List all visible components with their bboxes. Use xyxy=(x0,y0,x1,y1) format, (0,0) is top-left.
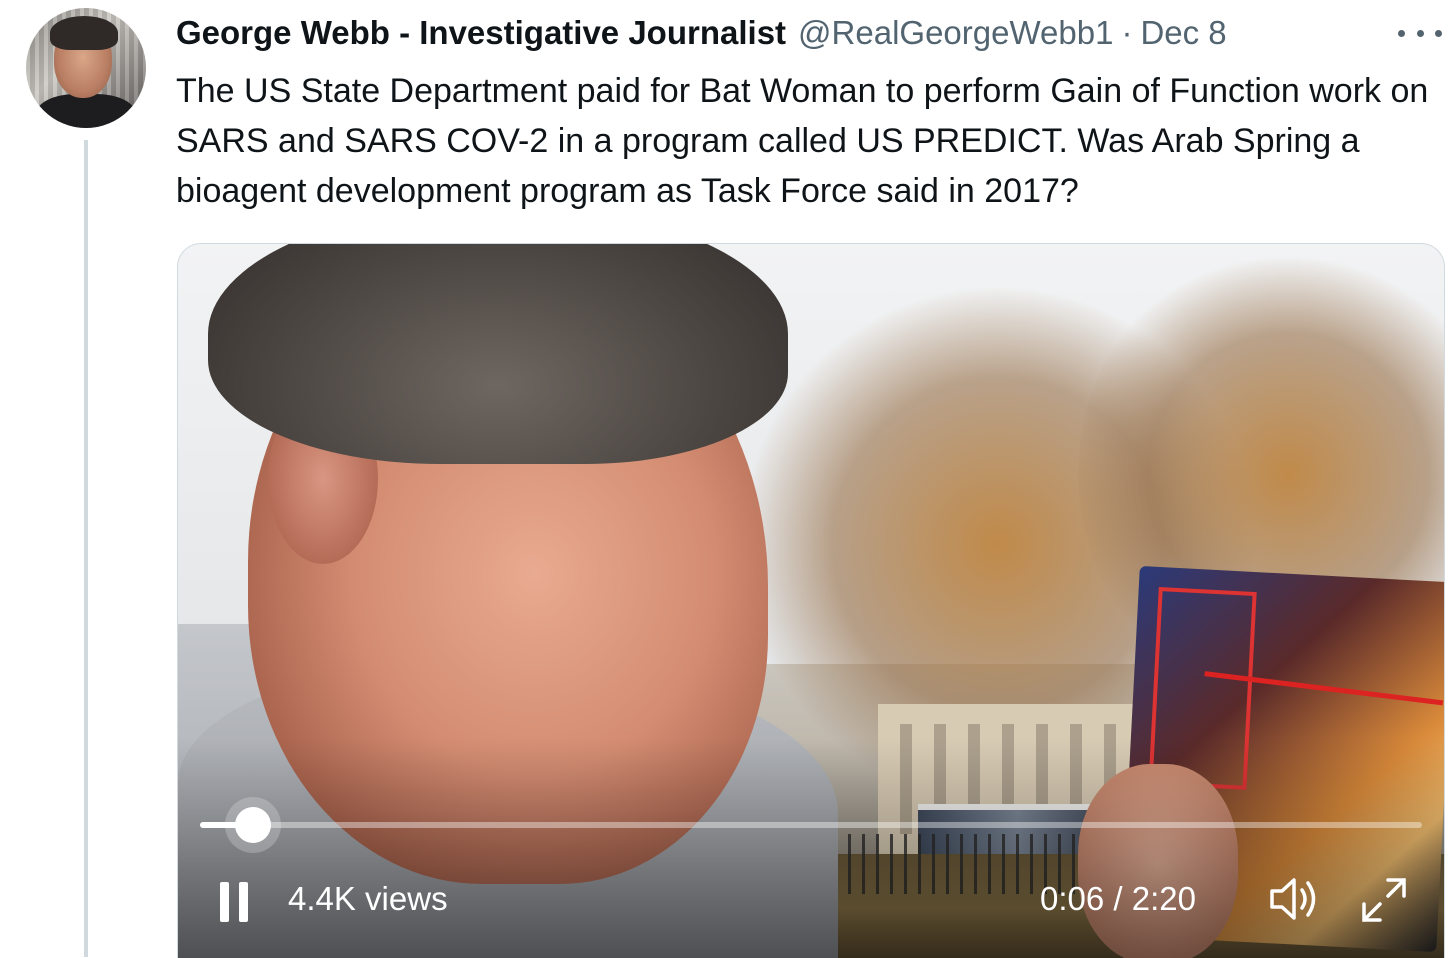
view-count: 4.4K views xyxy=(288,880,448,917)
tweet-date[interactable]: Dec 8 xyxy=(1140,14,1226,52)
thread-line xyxy=(84,140,88,957)
tweet-text: The US State Department paid for Bat Wom… xyxy=(176,72,1429,210)
video-time: 0:06 / 2:20 xyxy=(1040,880,1196,917)
tweet-header: George Webb - Investigative Journalist @… xyxy=(176,14,1227,54)
avatar[interactable] xyxy=(26,8,146,128)
video-progress-handle[interactable] xyxy=(234,807,271,843)
video-progress-bar[interactable] xyxy=(200,807,1422,843)
volume-icon[interactable] xyxy=(1268,874,1324,924)
avatar-hair xyxy=(50,16,118,50)
more-icon[interactable] xyxy=(1398,18,1442,48)
more-dot xyxy=(1398,29,1405,37)
video-player[interactable]: 4.4K views 0:06 / 2:20 xyxy=(177,243,1445,958)
pause-icon[interactable] xyxy=(216,882,252,922)
video-frame-hair xyxy=(208,244,788,464)
author-name[interactable]: George Webb - Investigative Journalist xyxy=(176,14,786,52)
author-handle[interactable]: @RealGeorgeWebb1 xyxy=(798,14,1113,52)
more-dot xyxy=(1416,29,1424,37)
video-controls-scrim xyxy=(178,738,1444,958)
more-dot xyxy=(1435,29,1442,37)
fullscreen-icon[interactable] xyxy=(1358,874,1410,926)
avatar-shirt xyxy=(36,94,136,128)
header-separator: · xyxy=(1121,14,1133,51)
